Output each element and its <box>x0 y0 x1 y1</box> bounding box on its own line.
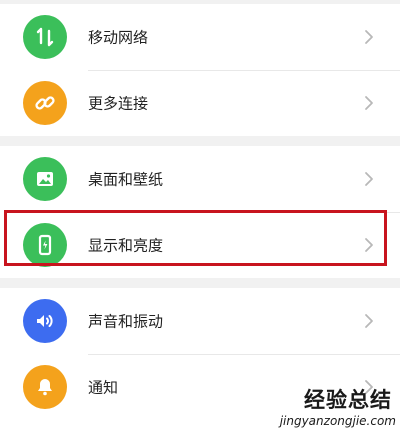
watermark-url: jingyanzongjie.com <box>279 414 396 428</box>
settings-group-connectivity: 移动网络 更多连接 <box>0 4 400 136</box>
chevron-right-icon <box>365 172 373 186</box>
settings-item-label: 声音和振动 <box>88 312 164 331</box>
watermark-brand: 经验总结 <box>304 388 392 412</box>
signal-arrows-icon <box>23 15 67 59</box>
settings-item-more-connections[interactable]: 更多连接 <box>0 70 400 136</box>
watermark: 经验总结 jingyanzongjie.com <box>268 384 400 436</box>
speaker-icon <box>23 299 67 343</box>
image-icon <box>23 157 67 201</box>
settings-item-sound-vibration[interactable]: 声音和振动 <box>0 288 400 354</box>
chevron-right-icon <box>365 96 373 110</box>
settings-item-desktop-wallpaper[interactable]: 桌面和壁纸 <box>0 146 400 212</box>
bell-icon <box>23 365 67 409</box>
settings-item-label: 移动网络 <box>88 28 149 47</box>
highlight-box <box>4 210 387 266</box>
chevron-right-icon <box>365 30 373 44</box>
settings-item-label: 更多连接 <box>88 94 149 113</box>
link-icon <box>23 81 67 125</box>
settings-item-mobile-network[interactable]: 移动网络 <box>0 4 400 70</box>
settings-item-label: 桌面和壁纸 <box>88 170 164 189</box>
chevron-right-icon <box>365 314 373 328</box>
settings-item-label: 通知 <box>88 378 119 397</box>
